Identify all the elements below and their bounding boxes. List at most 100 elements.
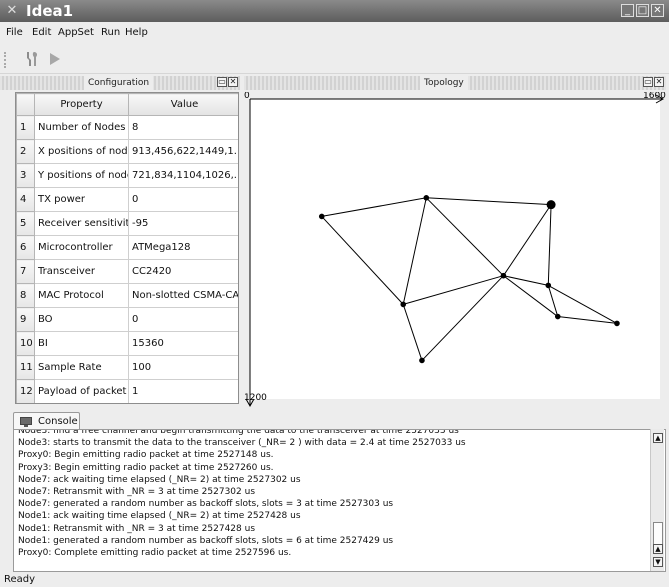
console-scrollbar[interactable]: ▲ ▲ ▼ xyxy=(650,429,664,571)
value-cell[interactable]: Non-slotted CSMA-CA xyxy=(128,283,238,308)
table-row[interactable]: 1 Number of Nodes 8 xyxy=(16,115,238,140)
scroll-down-icon[interactable]: ▼ xyxy=(653,557,663,567)
property-cell[interactable]: BI xyxy=(34,331,129,356)
table-row[interactable]: 8 MAC Protocol Non-slotted CSMA-CA xyxy=(16,283,238,308)
property-cell[interactable]: Microcontroller xyxy=(34,235,129,260)
row-number[interactable]: 11 xyxy=(16,355,35,380)
table-row[interactable]: 10 BI 15360 xyxy=(16,331,238,356)
console-output[interactable]: Node3: find a free channel and begin tra… xyxy=(13,429,666,572)
table-row[interactable]: 12 Payload of packet 1 xyxy=(16,379,238,403)
table-row[interactable]: 5 Receiver sensitivity -95 xyxy=(16,211,238,236)
property-cell[interactable]: Sample Rate xyxy=(34,355,129,380)
value-cell[interactable]: CC2420 xyxy=(128,259,238,284)
value-cell[interactable]: -95 xyxy=(128,211,238,236)
menu-appset[interactable]: AppSet xyxy=(58,26,94,40)
topology-node[interactable] xyxy=(500,272,507,279)
console-line: Node3: find a free channel and begin tra… xyxy=(18,429,459,436)
topology-title: Topology xyxy=(420,76,468,90)
row-number[interactable]: 10 xyxy=(16,331,35,356)
value-cell[interactable]: 15360 xyxy=(128,331,238,356)
topology-node[interactable] xyxy=(400,301,407,308)
configuration-table: Property Value 1 Number of Nodes 8 2 X posit… xyxy=(15,92,239,404)
column-header-value[interactable]: Value xyxy=(128,93,238,116)
scroll-up-icon[interactable]: ▲ xyxy=(653,544,663,554)
row-number[interactable]: 8 xyxy=(16,283,35,308)
property-cell[interactable]: Y positions of nodes xyxy=(34,163,129,188)
table-row[interactable]: 3Y positions of nodes 721,834,1104,1026,.… xyxy=(16,163,238,188)
x-icon: ✕ xyxy=(6,3,18,18)
value-cell[interactable]: 0 xyxy=(128,187,238,212)
property-cell[interactable]: MAC Protocol xyxy=(34,283,129,308)
row-number[interactable]: 3 xyxy=(16,163,35,188)
maximize-button[interactable]: □ xyxy=(636,4,649,17)
table-row[interactable]: 11 Sample Rate 100 xyxy=(16,355,238,380)
property-cell[interactable]: Receiver sensitivity xyxy=(34,211,129,236)
topology-node[interactable] xyxy=(545,282,552,289)
console-line: Node7: generated a random number as back… xyxy=(18,499,394,510)
property-cell[interactable]: Transceiver xyxy=(34,259,129,284)
row-number[interactable]: 7 xyxy=(16,259,35,284)
float-icon[interactable]: ▭ xyxy=(643,77,653,87)
row-number[interactable]: 9 xyxy=(16,307,35,332)
property-cell[interactable]: TX power xyxy=(34,187,129,212)
table-row[interactable]: 2X positions of nodes913,456,622,1449,1.… xyxy=(16,139,238,164)
menu-help[interactable]: Help xyxy=(125,26,148,40)
topology-view[interactable]: 0 1600 1200 xyxy=(244,91,666,408)
menu-edit[interactable]: Edit xyxy=(32,26,51,40)
table-row[interactable]: 9 BO 0 xyxy=(16,307,238,332)
table-row[interactable]: 7 Transceiver CC2420 xyxy=(16,259,238,284)
value-cell[interactable]: 913,456,622,1449,1... xyxy=(128,139,238,164)
float-icon[interactable]: ▭ xyxy=(217,77,227,87)
menu-bar: File Edit AppSet Run Help xyxy=(0,22,669,44)
scrollbar-thumb[interactable] xyxy=(653,522,663,546)
topology-node[interactable] xyxy=(554,313,561,320)
topology-node[interactable] xyxy=(614,320,620,327)
property-cell[interactable]: Number of Nodes xyxy=(34,115,129,140)
value-cell[interactable]: 721,834,1104,1026,... xyxy=(128,163,238,188)
scroll-up-icon[interactable]: ▲ xyxy=(653,433,663,443)
tab-console[interactable]: Console xyxy=(13,412,80,430)
property-cell[interactable]: BO xyxy=(34,307,129,332)
close-button[interactable]: ✕ xyxy=(651,4,664,17)
value-cell[interactable]: 1 xyxy=(128,379,238,403)
console-line: Proxy0: Begin emitting radio packet at t… xyxy=(18,450,274,461)
toolbar-grip[interactable] xyxy=(4,52,8,68)
table-row[interactable]: 4 TX power 0 xyxy=(16,187,238,212)
property-cell[interactable]: Payload of packet xyxy=(34,379,129,403)
title-bar: ✕ Idea1 _ □ ✕ xyxy=(0,0,669,22)
value-cell[interactable]: 100 xyxy=(128,355,238,380)
row-number[interactable]: 4 xyxy=(16,187,35,212)
row-number[interactable]: 2 xyxy=(16,139,35,164)
close-icon[interactable]: ✕ xyxy=(654,77,664,87)
column-header-property[interactable]: Property xyxy=(34,93,129,116)
property-cell[interactable]: X positions of nodes xyxy=(34,139,129,164)
value-cell[interactable]: 0 xyxy=(128,307,238,332)
value-cell[interactable]: 8 xyxy=(128,115,238,140)
close-icon[interactable]: ✕ xyxy=(228,77,238,87)
value-cell[interactable]: ATMega128 xyxy=(128,235,238,260)
row-number[interactable]: 1 xyxy=(16,115,35,140)
origin-label: 0 xyxy=(244,92,250,101)
topology-node[interactable] xyxy=(546,200,556,210)
tools-icon[interactable] xyxy=(23,50,41,68)
y-max-label: 1200 xyxy=(244,393,267,403)
topology-dock-header: Topology ▭ ✕ xyxy=(244,76,666,90)
configuration-dock-header: Configuration ▭ ✕ xyxy=(0,76,240,90)
console-line: Node1: ack waiting time elapsed (_NR= 2)… xyxy=(18,511,301,522)
minimize-button[interactable]: _ xyxy=(621,4,634,17)
table-row[interactable]: 6 Microcontroller ATMega128 xyxy=(16,235,238,260)
row-number[interactable]: 5 xyxy=(16,211,35,236)
topology-node[interactable] xyxy=(423,195,430,201)
configuration-title: Configuration xyxy=(84,76,154,90)
console-line: Proxy3: Begin emitting radio packet at t… xyxy=(18,462,274,473)
console-line: Node1: Retransmit with _NR = 3 at time 2… xyxy=(18,523,256,534)
row-number[interactable]: 12 xyxy=(16,379,35,403)
topology-node[interactable] xyxy=(318,213,325,220)
topology-graph[interactable]: 0 1600 1200 xyxy=(244,91,666,408)
run-icon[interactable] xyxy=(46,50,64,68)
topology-node[interactable] xyxy=(419,357,425,364)
table-corner[interactable] xyxy=(16,93,35,116)
row-number[interactable]: 6 xyxy=(16,235,35,260)
menu-run[interactable]: Run xyxy=(101,26,120,40)
menu-file[interactable]: File xyxy=(6,26,23,40)
